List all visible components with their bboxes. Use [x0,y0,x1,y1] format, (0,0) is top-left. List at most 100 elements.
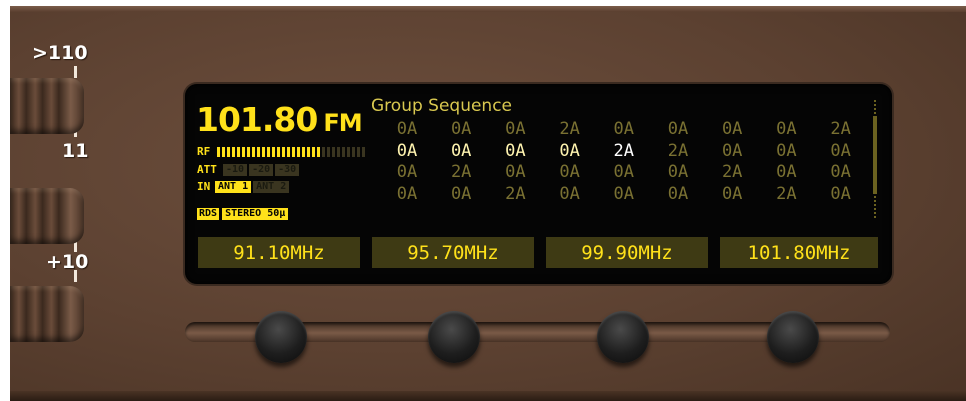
antenna-1-chip[interactable]: ANT 1 [215,180,252,193]
scale-label-top: >110 [32,42,88,64]
preset-button[interactable]: 101.80MHz [720,237,878,268]
rf-label: RF [197,145,211,158]
rf-bar-segment [347,146,350,157]
group-cell: 0A [776,140,797,161]
preset-button[interactable]: 91.10MHz [198,237,360,268]
group-cell: 0A [505,162,526,182]
scale-tick [74,66,77,78]
group-cell: 0A [450,183,472,204]
rf-bar-segment [257,146,260,157]
att-option[interactable]: -20 [249,163,274,176]
group-cell: 2A [505,183,526,204]
group-cell: 2A [667,140,689,161]
group-cell: 0A [505,119,526,139]
group-cell: 2A [450,162,472,182]
rf-bar-segment [352,146,355,157]
rds-row: RDS STEREO 50μ [197,207,290,220]
rf-bar-segment [327,146,330,157]
rf-bar-segment [232,146,235,157]
group-cell: 0A [721,140,743,161]
input-row: IN ANT 1 ANT 2 [197,180,291,193]
attenuator-row: ATT -10 -20 -30 [197,163,301,176]
rf-bar-segment [312,146,315,157]
level-button-low[interactable] [10,286,84,342]
rf-bar-segment [217,146,220,157]
group-cell: 0A [721,183,743,204]
group-cell: 0A [613,119,635,139]
group-scrollbar-thumb[interactable] [873,116,877,194]
group-cell: 2A [830,119,851,139]
rf-bar-segment [222,146,225,157]
group-cell: 0A [396,162,418,182]
rf-bar-segment [342,146,345,157]
rf-bar-segment [297,146,300,157]
in-label: IN [197,180,211,193]
group-cell: 0A [776,119,797,139]
group-cell: 0A [667,119,689,139]
rf-bar-segment [237,146,240,157]
preset-button[interactable]: 99.90MHz [546,237,708,268]
group-cell: 0A [396,183,418,204]
rds-label: RDS [197,207,220,220]
level-button-mid[interactable] [10,188,84,244]
group-cell: 2A [776,183,797,204]
rotary-knob-4[interactable] [767,311,819,363]
scale-label-bottom: +10 [46,251,89,273]
group-cell: 2A [559,119,580,139]
antenna-2-chip[interactable]: ANT 2 [253,180,290,193]
rf-bar-segment [302,146,305,157]
rf-bar-segment [282,146,285,157]
group-cell: 0A [613,162,635,182]
rf-bar-segment [247,146,250,157]
rf-meter: RF [197,145,365,158]
rf-bar-segment [317,146,320,157]
rf-bar-segment [322,146,325,157]
band-label: FM [323,109,362,137]
frequency-value: 101.80 [196,100,318,139]
group-cell: 0A [830,140,851,161]
rf-bar-segment [242,146,245,157]
rf-bar-segment [292,146,295,157]
group-cell: 0A [721,119,743,139]
rf-bar-segment [307,146,310,157]
group-cell: 0A [830,183,851,204]
rf-level-bar [217,146,365,157]
group-cell: 0A [559,183,580,204]
rf-bar-segment [277,146,280,157]
att-label: ATT [197,163,217,176]
rotary-knob-2[interactable] [428,311,480,363]
group-cell: 0A [667,183,689,204]
rf-bar-segment [267,146,270,157]
group-cell: 0A [613,183,635,204]
preset-button[interactable]: 95.70MHz [372,237,534,268]
group-cell: 2A [721,162,743,182]
group-cell: 0A [830,162,851,182]
rotary-knob-1[interactable] [255,311,307,363]
rf-bar-segment [357,146,360,157]
rf-bar-segment [332,146,335,157]
group-cell: 2A [613,140,635,161]
group-cell: 0A [559,140,580,161]
group-cell: 0A [505,140,526,161]
group-cell: 0A [667,162,689,182]
rotary-knob-3[interactable] [597,311,649,363]
att-option[interactable]: -10 [223,163,248,176]
att-option[interactable]: -30 [275,163,300,176]
group-cell: 0A [396,140,418,161]
group-cell: 0A [450,119,472,139]
rf-bar-segment [227,146,230,157]
scale-tick [74,270,77,282]
stereo-indicator: STEREO 50μ [222,207,289,220]
group-cell: 0A [559,162,580,182]
group-cell: 0A [396,119,418,139]
rf-bar-segment [252,146,255,157]
group-sequence-title: Group Sequence [371,96,513,116]
group-cell: 0A [776,162,797,182]
rf-bar-segment [287,146,290,157]
rf-bar-segment [272,146,275,157]
group-cell: 0A [450,140,472,161]
tuned-frequency: 101.80 FM [196,100,363,139]
rf-bar-segment [337,146,340,157]
rf-bar-segment [362,146,365,157]
level-button-high[interactable] [10,78,84,134]
